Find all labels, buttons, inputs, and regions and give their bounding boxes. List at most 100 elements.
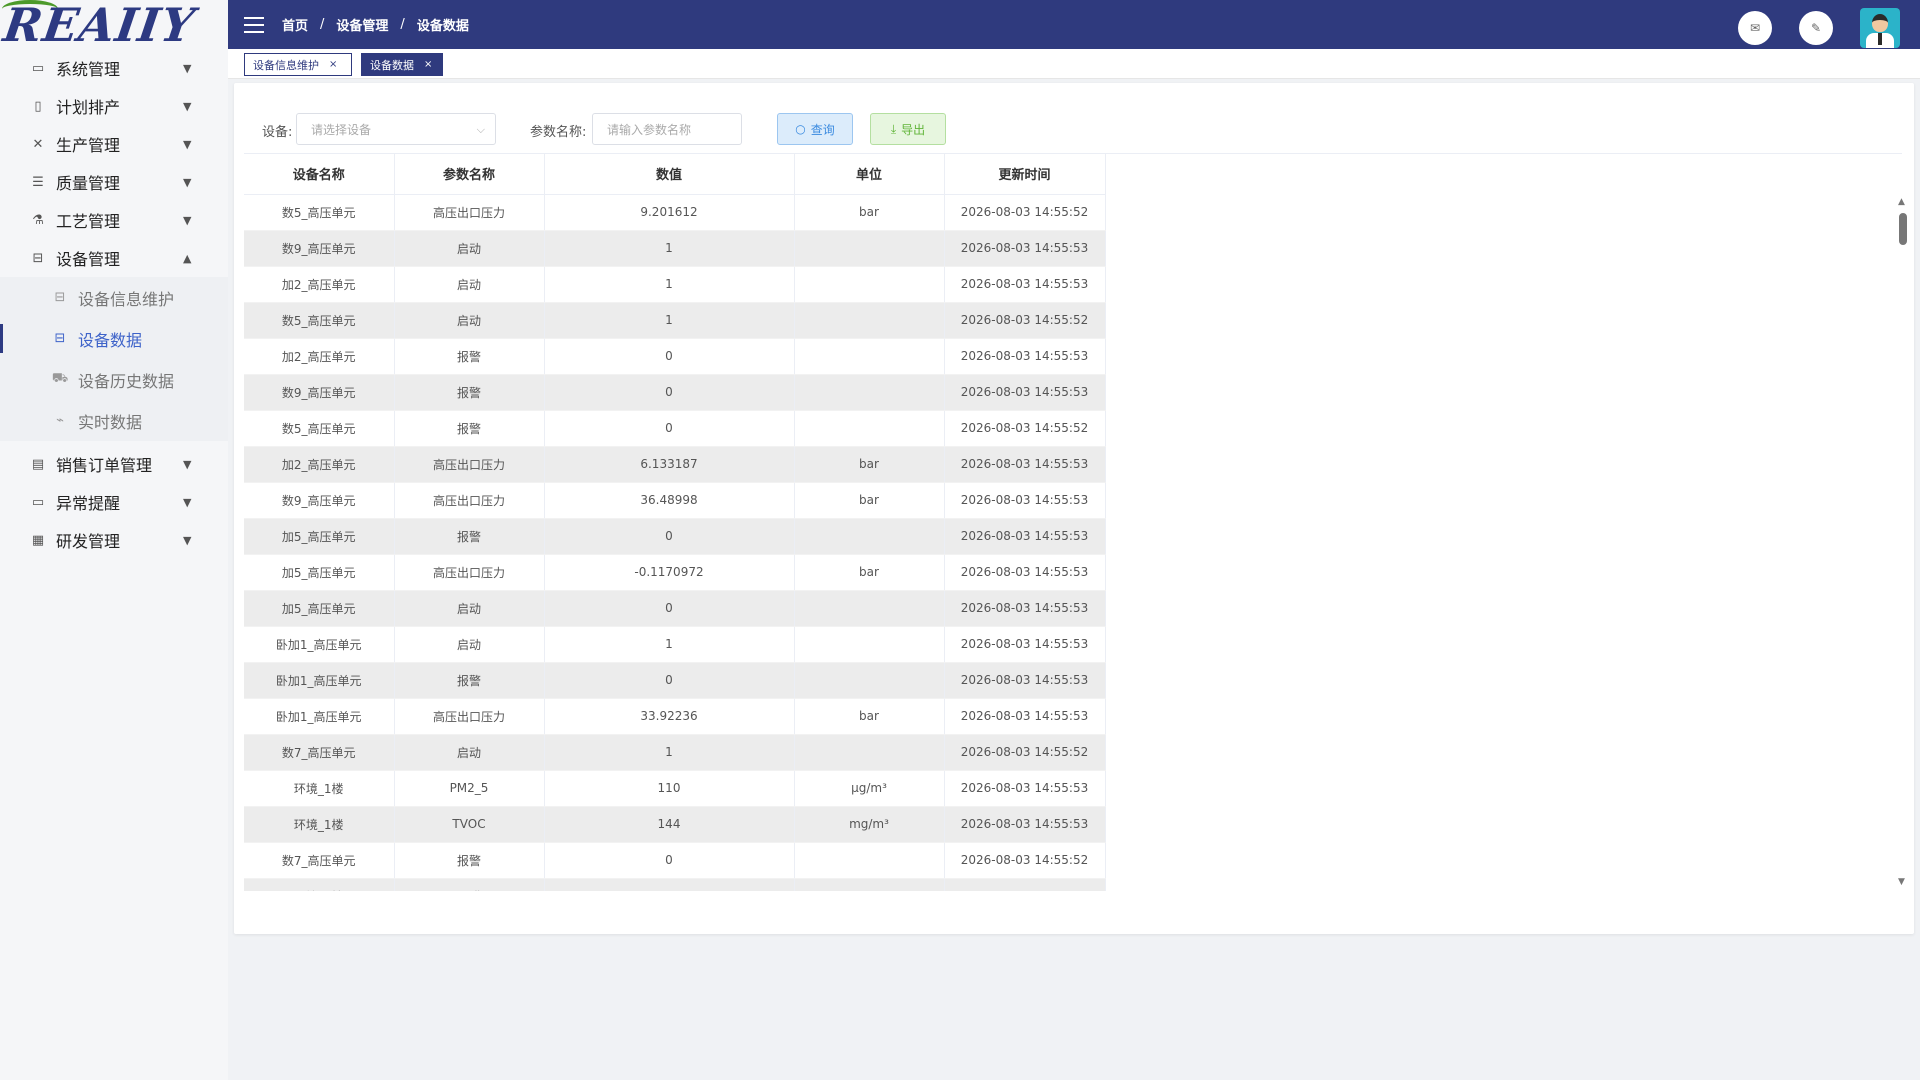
sidebar-item-process[interactable]: ⚗ 工艺管理 ▼ xyxy=(0,201,228,239)
cell-update-time: 2026-08-03 14:55:52 xyxy=(944,410,1106,447)
hamburger-menu-icon[interactable] xyxy=(244,16,264,33)
close-icon[interactable]: × xyxy=(424,59,432,70)
sidebar-item-alert[interactable]: ▭ 异常提醒 ▼ xyxy=(0,483,228,521)
table-row[interactable]: 环境_1楼 PM2_5 110 μg/m³ 2026-08-03 14:55:53 xyxy=(244,770,1106,807)
table-row[interactable]: 加2_高压单元 高压出口压力 6.133187 bar 2026-08-03 14:55… xyxy=(244,446,1106,483)
cell-param-name: 启动 xyxy=(394,626,545,663)
calendar-icon: ▦ xyxy=(31,532,45,548)
sidebar-item-device-info[interactable]: ⊟ 设备信息维护 xyxy=(0,277,228,318)
cell-unit xyxy=(794,230,945,267)
table-row[interactable]: 加5_高压单元 启动 0 2026-08-03 14:55:53 xyxy=(244,590,1106,627)
cell-value: 6.133187 xyxy=(544,446,795,483)
cell-update-time: 2026-08-03 14:55:53 xyxy=(944,626,1106,663)
edit-icon[interactable]: ✎ xyxy=(1799,11,1833,45)
export-button[interactable]: ⤓ 导出 xyxy=(870,113,946,145)
sidebar-item-device-history[interactable]: ⛟ 设备历史数据 xyxy=(0,359,228,400)
cell-value: 0 xyxy=(544,518,795,555)
cell-unit: bar xyxy=(794,482,945,519)
sidebar-item-device[interactable]: ⊟ 设备管理 ▲ xyxy=(0,239,228,277)
table-row[interactable]: 加5_高压单元 高压出口压力 -0.1170972 bar 2026-08-03 14:… xyxy=(244,554,1106,591)
column-header-update-time[interactable]: 更新时间 xyxy=(944,154,1106,195)
sidebar-item-production[interactable]: ✕ 生产管理 ▼ xyxy=(0,125,228,163)
table-row[interactable]: 卧加1_高压单元 报警 0 2026-08-03 14:55:53 xyxy=(244,662,1106,699)
chevron-down-icon: ⌵ xyxy=(476,123,485,136)
table-row[interactable]: 数9_高压单元 启动 1 2026-08-03 14:55:53 xyxy=(244,230,1106,267)
sidebar-menu: ▭ 系统管理 ▼ ▯ 计划排产 ▼ ✕ 生产管理 ▼ ☰ 质量管理 ▼ ⚗ 工艺… xyxy=(0,49,228,559)
column-header-value[interactable]: 数值 xyxy=(544,154,795,195)
avatar[interactable] xyxy=(1860,8,1900,48)
tab-device-data[interactable]: 设备数据 × xyxy=(361,53,443,76)
chevron-down-icon: ▼ xyxy=(183,175,192,189)
cell-device-name: 卧加1_高压单元 xyxy=(244,662,395,699)
sidebar-item-system[interactable]: ▭ 系统管理 ▼ xyxy=(0,49,228,87)
cell-unit xyxy=(794,266,945,303)
chevron-down-icon: ▼ xyxy=(183,137,192,151)
column-header-param-name[interactable]: 参数名称 xyxy=(394,154,545,195)
top-navbar: 首页 / 设备管理 / 设备数据 ✉ ✎ xyxy=(228,0,1920,49)
cell-unit: mg/m³ xyxy=(794,806,945,843)
table-row[interactable]: 数5_高压单元 报警 0 2026-08-03 14:55:52 xyxy=(244,410,1106,447)
cell-unit xyxy=(794,662,945,699)
cell-param-name: 报警 xyxy=(394,842,545,879)
cell-device-name: 加2_高压单元 xyxy=(244,446,395,483)
sidebar-item-realtime[interactable]: ⌁ 实时数据 xyxy=(0,400,228,441)
device-select[interactable]: 请选择设备 ⌵ xyxy=(296,113,496,145)
scroll-down-arrow-icon[interactable]: ▼ xyxy=(1898,877,1905,887)
table-row[interactable]: 环境_1楼甲醛12mg/m³2026-08-03 14:55:53 xyxy=(244,878,1106,891)
table-row[interactable]: 数5_高压单元 启动 1 2026-08-03 14:55:52 xyxy=(244,302,1106,339)
column-header-device-name[interactable]: 设备名称 xyxy=(244,154,395,195)
device-icon: ⊟ xyxy=(32,250,44,266)
table-row[interactable]: 加2_高压单元 启动 1 2026-08-03 14:55:53 xyxy=(244,266,1106,303)
tab-device-info[interactable]: 设备信息维护 × xyxy=(244,53,352,76)
table-row[interactable]: 数9_高压单元 高压出口压力 36.48998 bar 2026-08-03 14:55… xyxy=(244,482,1106,519)
param-name-input[interactable]: 请输入参数名称 xyxy=(592,113,742,145)
sidebar-item-rnd[interactable]: ▦ 研发管理 ▼ xyxy=(0,521,228,559)
cell-param-name: 启动 xyxy=(394,302,545,339)
mail-icon[interactable]: ✉ xyxy=(1738,11,1772,45)
scroll-up-arrow-icon[interactable]: ▲ xyxy=(1898,197,1905,207)
vertical-scrollbar[interactable]: ▲ ▼ xyxy=(1898,197,1908,887)
sidebar-item-quality[interactable]: ☰ 质量管理 ▼ xyxy=(0,163,228,201)
cell-unit xyxy=(794,590,945,627)
table-row[interactable]: 卧加1_高压单元 高压出口压力 33.92236 bar 2026-08-03 14:5… xyxy=(244,698,1106,735)
cell-update-time: 2026-08-03 14:55:53 xyxy=(944,698,1106,735)
cell-param-name: 启动 xyxy=(394,266,545,303)
cell-unit: μg/m³ xyxy=(794,770,945,807)
table-row[interactable]: 数9_高压单元 报警 0 2026-08-03 14:55:53 xyxy=(244,374,1106,411)
sidebar-item-device-data[interactable]: ⊟ 设备数据 xyxy=(0,318,228,359)
table-row[interactable]: 卧加1_高压单元 启动 1 2026-08-03 14:55:53 xyxy=(244,626,1106,663)
sidebar-item-label: 质量管理 xyxy=(56,174,121,193)
breadcrumb-device-management[interactable]: 设备管理 xyxy=(336,15,388,34)
cell-device-name: 环境_1楼 xyxy=(244,770,395,807)
table-row[interactable]: 加2_高压单元 报警 0 2026-08-03 14:55:53 xyxy=(244,338,1106,375)
table-row[interactable]: 数7_高压单元 启动 1 2026-08-03 14:55:52 xyxy=(244,734,1106,771)
cell-device-name: 数9_高压单元 xyxy=(244,230,395,267)
table-row[interactable]: 环境_1楼 TVOC 144 mg/m³ 2026-08-03 14:55:53 xyxy=(244,806,1106,843)
flask-icon: ⚗ xyxy=(32,212,44,228)
cell-update-time: 2026-08-03 14:55:52 xyxy=(944,302,1106,339)
query-button[interactable]: ○ 查询 xyxy=(777,113,853,145)
breadcrumb-device-data: 设备数据 xyxy=(416,19,469,34)
cell-update-time: 2026-08-03 14:55:53 xyxy=(944,590,1106,627)
cell-value: 1 xyxy=(544,626,795,663)
sidebar-item-sales-order[interactable]: ▤ 销售订单管理 ▼ xyxy=(0,445,228,483)
cell-unit xyxy=(794,374,945,411)
cell-value: 0 xyxy=(544,410,795,447)
close-icon[interactable]: × xyxy=(329,59,337,70)
cell-update-time: 2026-08-03 14:55:53 xyxy=(944,374,1106,411)
sidebar-item-plan[interactable]: ▯ 计划排产 ▼ xyxy=(0,87,228,125)
cell-device-name: 数9_高压单元 xyxy=(244,374,395,411)
breadcrumb-home[interactable]: 首页 xyxy=(282,15,308,34)
scrollbar-thumb[interactable] xyxy=(1899,213,1907,245)
cell-device-name: 加5_高压单元 xyxy=(244,554,395,591)
breadcrumb: 首页 / 设备管理 / 设备数据 xyxy=(282,15,469,34)
tab-label: 设备信息维护 xyxy=(253,58,319,72)
export-button-label: 导出 xyxy=(901,122,926,137)
table-row[interactable]: 数7_高压单元 报警 0 2026-08-03 14:55:52 xyxy=(244,842,1106,879)
cell-unit xyxy=(794,626,945,663)
cell-unit xyxy=(794,518,945,555)
cell-value: 9.201612 xyxy=(544,194,795,231)
column-header-unit[interactable]: 单位 xyxy=(794,154,945,195)
table-row[interactable]: 数5_高压单元 高压出口压力 9.201612 bar 2026-08-03 14:55… xyxy=(244,194,1106,231)
table-row[interactable]: 加5_高压单元 报警 0 2026-08-03 14:55:53 xyxy=(244,518,1106,555)
